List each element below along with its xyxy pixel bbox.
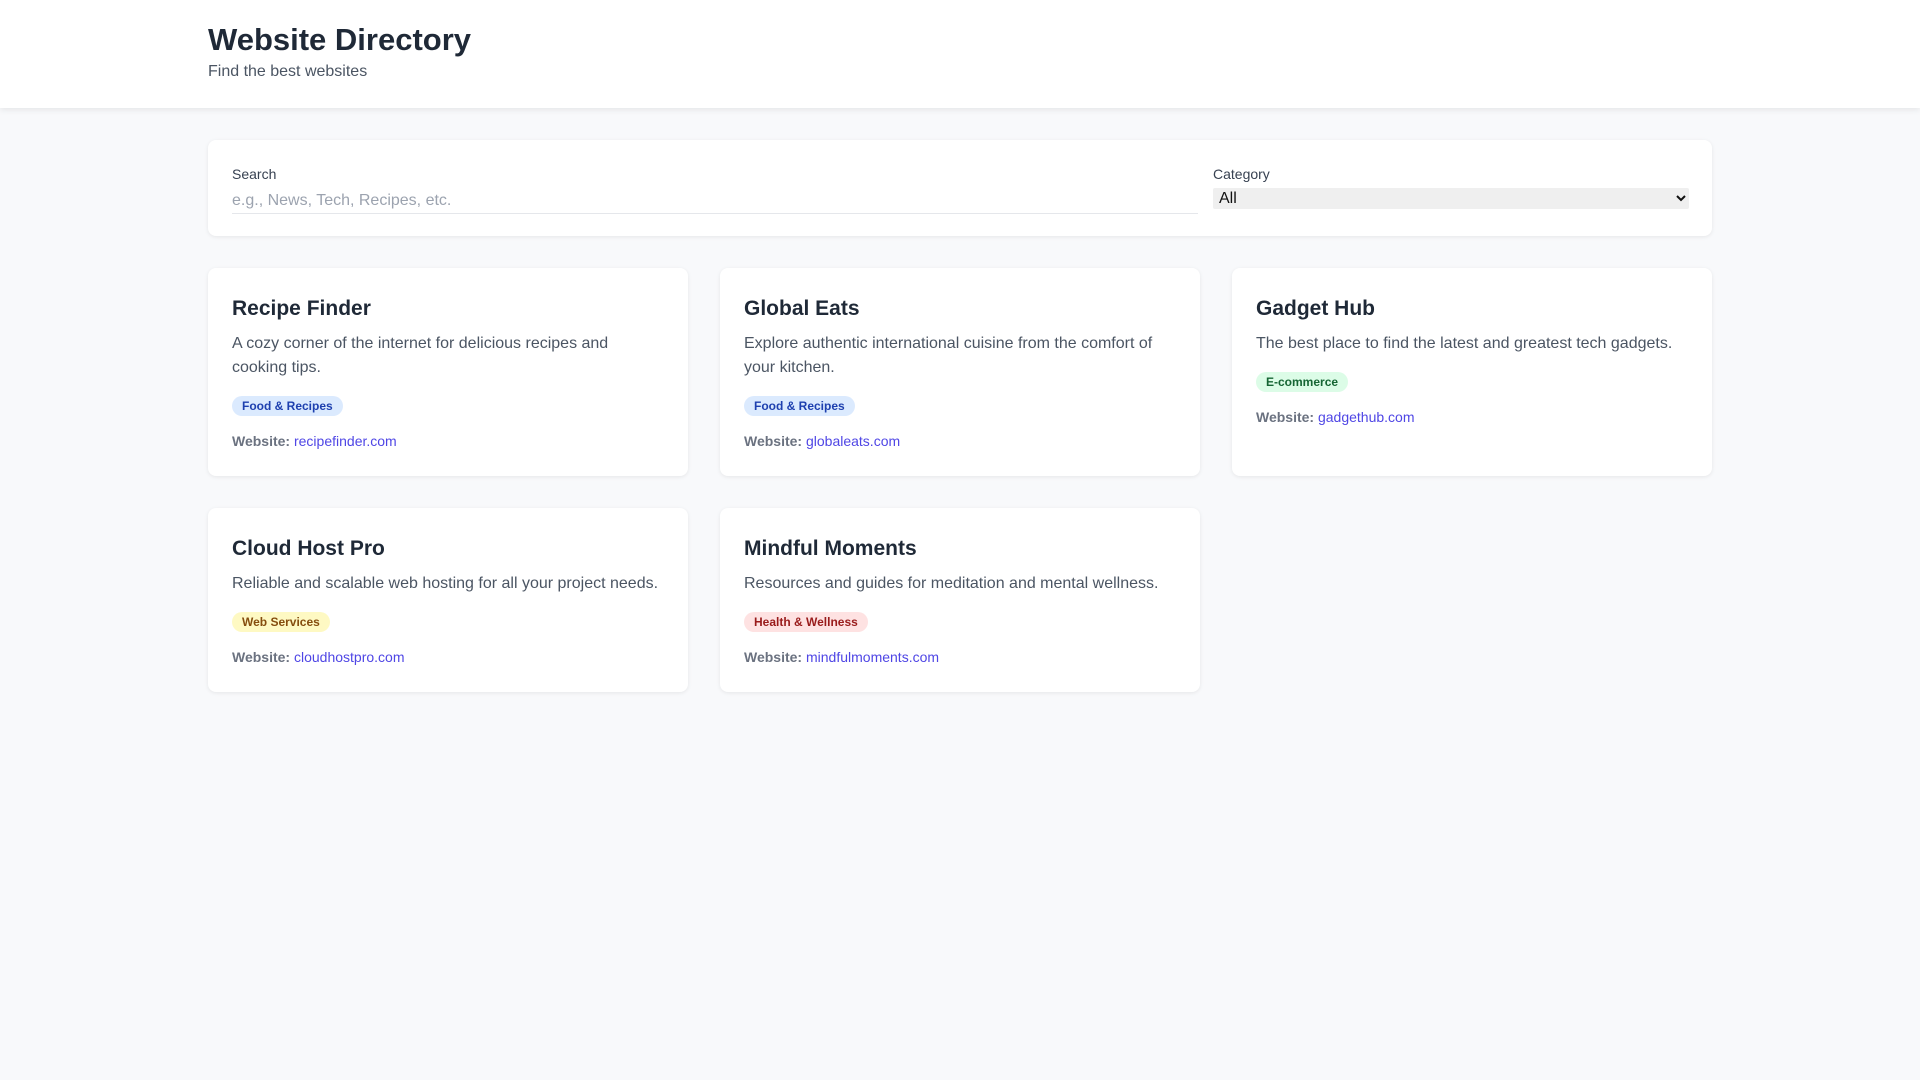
website-label: Website: [744, 433, 803, 449]
card-title: Cloud Host Pro [232, 537, 385, 560]
website-card-recipe-finder: Recipe Finder A cozy corner of the inter… [208, 268, 688, 476]
website-card-cloud-host-pro: Cloud Host Pro Reliable and scalable web… [208, 508, 688, 692]
page-header: Website Directory Find the best websites [0, 0, 1920, 108]
page-title: Website Directory [208, 22, 472, 57]
category-label: Category [1213, 166, 1270, 182]
filter-panel: Search Category All [208, 140, 1712, 236]
website-label: Website: [1256, 409, 1315, 425]
card-title: Gadget Hub [1256, 297, 1375, 320]
category-badge: Food & Recipes [232, 396, 343, 416]
website-link[interactable]: gadgethub.com [1318, 409, 1415, 425]
website-link[interactable]: cloudhostpro.com [294, 649, 405, 665]
website-link[interactable]: globaleats.com [806, 433, 900, 449]
website-card-global-eats: Global Eats Explore authentic internatio… [720, 268, 1200, 476]
search-label: Search [232, 166, 277, 182]
website-card-gadget-hub: Gadget Hub The best place to find the la… [1232, 268, 1712, 476]
category-select[interactable]: All [1213, 188, 1689, 209]
website-link[interactable]: mindfulmoments.com [806, 649, 939, 665]
website-row: Website: globaleats.com [744, 433, 1176, 449]
category-badge: Health & Wellness [744, 612, 868, 632]
card-title: Mindful Moments [744, 537, 917, 560]
card-description: Resources and guides for meditation and … [744, 575, 1159, 592]
website-label: Website: [232, 433, 291, 449]
page-subtitle: Find the best websites [208, 63, 368, 80]
category-badge: Food & Recipes [744, 396, 855, 416]
website-link[interactable]: recipefinder.com [294, 433, 397, 449]
website-card-mindful-moments: Mindful Moments Resources and guides for… [720, 508, 1200, 692]
category-badge: E-commerce [1256, 372, 1349, 392]
card-description: A cozy corner of the internet for delici… [232, 335, 609, 376]
website-label: Website: [232, 649, 291, 665]
card-title: Global Eats [744, 297, 860, 320]
card-description: Explore authentic international cuisine … [744, 335, 1153, 376]
card-title: Recipe Finder [232, 297, 371, 320]
category-badge: Web Services [232, 612, 330, 632]
website-row: Website: cloudhostpro.com [232, 649, 664, 665]
search-input[interactable] [232, 188, 1198, 214]
website-label: Website: [744, 649, 803, 665]
card-description: The best place to find the latest and gr… [1256, 335, 1673, 352]
website-row: Website: recipefinder.com [232, 433, 664, 449]
website-row: Website: gadgethub.com [1256, 409, 1688, 425]
card-description: Reliable and scalable web hosting for al… [232, 575, 659, 592]
website-row: Website: mindfulmoments.com [744, 649, 1176, 665]
